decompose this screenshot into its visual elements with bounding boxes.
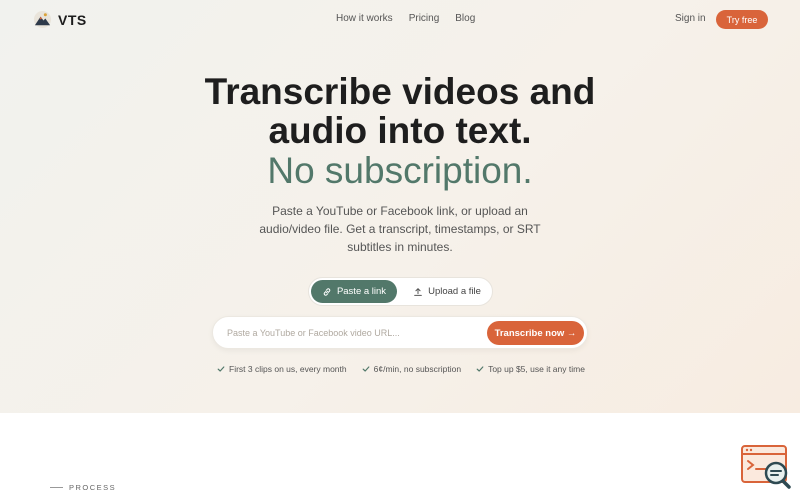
nav-link-blog[interactable]: Blog xyxy=(455,13,475,24)
feature-text: First 3 clips on us, every month xyxy=(229,364,347,374)
check-icon xyxy=(476,366,484,372)
nav-link-pricing[interactable]: Pricing xyxy=(409,13,440,24)
transcribe-now-button[interactable]: Transcribe now → xyxy=(487,321,584,345)
nav-links: How it works Pricing Blog xyxy=(336,13,475,24)
hero-title-accent: No subscription. xyxy=(267,150,533,191)
feature-item: First 3 clips on us, every month xyxy=(217,364,347,374)
hero-title: Transcribe videos and audio into text. xyxy=(0,72,800,150)
feature-text: Top up $5, use it any time xyxy=(488,364,585,374)
upload-file-tab[interactable]: Upload a file xyxy=(405,280,489,303)
check-icon xyxy=(217,366,225,372)
brand-name: VTS xyxy=(58,11,87,28)
brand[interactable]: VTS xyxy=(33,10,87,29)
input-mode-toggle: Paste a link Upload a file xyxy=(308,277,493,306)
hero-subtitle: Paste a YouTube or Facebook link, or upl… xyxy=(259,204,541,254)
url-bar: Transcribe now → xyxy=(212,316,588,349)
upload-file-label: Upload a file xyxy=(428,286,481,297)
feature-text: 6¢/min, no subscription xyxy=(373,364,462,374)
upload-icon xyxy=(414,287,422,296)
hero-title-line1: Transcribe videos and xyxy=(204,71,596,112)
feature-item: Top up $5, use it any time xyxy=(476,364,585,374)
feature-list: First 3 clips on us, every month 6¢/min,… xyxy=(217,364,585,374)
top-nav: VTS How it works Pricing Blog Sign in Tr… xyxy=(0,0,800,38)
nav-link-how-it-works[interactable]: How it works xyxy=(336,13,393,24)
process-section-label: PROCESS xyxy=(50,483,116,492)
sign-in-link[interactable]: Sign in xyxy=(675,13,706,24)
paste-link-tab[interactable]: Paste a link xyxy=(311,280,397,303)
paste-link-label: Paste a link xyxy=(336,286,387,297)
hero-title-line2: audio into text. xyxy=(268,110,532,151)
process-divider xyxy=(50,487,63,488)
try-free-button[interactable]: Try free xyxy=(716,10,768,29)
check-icon xyxy=(362,366,370,372)
process-label: PROCESS xyxy=(69,483,117,492)
url-input[interactable] xyxy=(227,325,487,341)
browser-search-icon[interactable] xyxy=(740,444,792,490)
mountain-logo-icon xyxy=(33,10,52,29)
feature-item: 6¢/min, no subscription xyxy=(362,364,461,374)
link-icon xyxy=(323,287,331,296)
